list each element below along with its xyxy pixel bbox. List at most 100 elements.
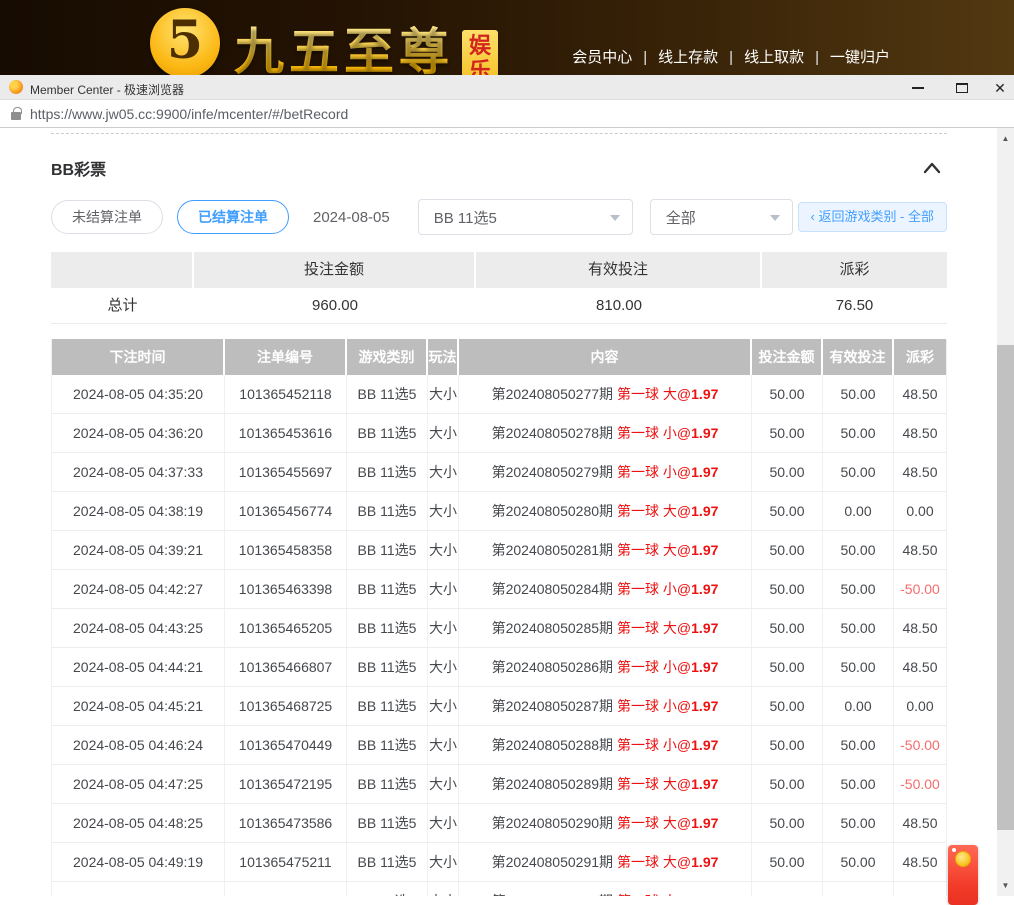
bet-time: 2024-08-05 04:50:19 [52, 882, 225, 896]
period-text: 第202408050288期 [492, 737, 613, 753]
order-id: 101365455697 [225, 453, 347, 491]
filter-bar: 未结算注单 已结算注单 2024-08-05 BB 11选5 全部 ‹ 返回游戏… [51, 199, 947, 235]
bet-amount: 50.00 [752, 726, 823, 764]
table-row: 2024-08-05 04:42:27 101365463398 BB 11选5… [52, 569, 946, 608]
envelope-dot [952, 848, 956, 852]
browser-app-icon [9, 80, 23, 94]
nav-withdraw[interactable]: 线上取款 [744, 49, 804, 66]
bet-content: 第202408050279期第一球 小@1.97 [459, 453, 752, 491]
payout-value: 48.50 [894, 375, 946, 413]
summary-header-row: 投注金额 有效投注 派彩 [51, 252, 947, 288]
play-type: 大小 [428, 804, 459, 842]
col-header-payout: 派彩 [894, 339, 946, 375]
payout-value: 48.50 [894, 453, 946, 491]
pick-text: 第一球 小@ [617, 425, 691, 441]
bet-record-table: 下注时间 注单编号 游戏类别 玩法 内容 投注金额 有效投注 派彩 2024-0… [51, 339, 947, 896]
period-text: 第202408050278期 [492, 425, 613, 441]
pick-text: 第一球 大@ [617, 815, 691, 831]
play-type: 大小 [428, 414, 459, 452]
bet-content: 第202408050278期第一球 小@1.97 [459, 414, 752, 452]
play-type: 大小 [428, 609, 459, 647]
summary-valid-bet: 810.00 [476, 288, 762, 324]
table-row: 2024-08-05 04:44:21 101365466807 BB 11选5… [52, 647, 946, 686]
close-button[interactable]: ✕ [990, 75, 1010, 100]
play-type: 大小 [428, 687, 459, 725]
pick-text: 第一球 大@ [617, 620, 691, 636]
period-text: 第202408050287期 [492, 698, 613, 714]
order-id: 101365470449 [225, 726, 347, 764]
bet-amount: 50.00 [752, 648, 823, 686]
game-category: BB 11选5 [347, 726, 428, 764]
table-header-row: 下注时间 注单编号 游戏类别 玩法 内容 投注金额 有效投注 派彩 [52, 339, 946, 375]
nav-member-center[interactable]: 会员中心 [572, 49, 632, 66]
pick-text: 第一球 小@ [617, 581, 691, 597]
bet-amount: 50.00 [752, 375, 823, 413]
valid-bet: 50.00 [823, 843, 894, 881]
odds-text: 1.97 [691, 581, 718, 597]
page-content: BB彩票 未结算注单 已结算注单 2024-08-05 BB 11选5 全部 ‹… [0, 128, 997, 896]
table-row: 2024-08-05 04:47:25 101365472195 BB 11选5… [52, 764, 946, 803]
bet-content: 第202408050291期第一球 大@1.97 [459, 843, 752, 881]
bet-content: 第202408050287期第一球 小@1.97 [459, 687, 752, 725]
bet-time: 2024-08-05 04:35:20 [52, 375, 225, 413]
status-select[interactable]: 全部 [650, 199, 793, 235]
valid-bet: 0.00 [823, 687, 894, 725]
order-id: 101365465205 [225, 609, 347, 647]
summary-header-valid: 有效投注 [476, 252, 762, 288]
bet-content: 第202408050280期第一球 大@1.97 [459, 492, 752, 530]
pick-text: 第一球 小@ [617, 698, 691, 714]
collapse-chevron-icon[interactable] [923, 162, 941, 174]
game-select[interactable]: BB 11选5 [418, 199, 633, 235]
play-type: 大小 [428, 843, 459, 881]
browser-urlbar[interactable]: https://www.jw05.cc:9900/infe/mcenter/#/… [0, 100, 1014, 128]
chevron-down-icon [770, 215, 780, 221]
bet-content: 第202408050285期第一球 大@1.97 [459, 609, 752, 647]
play-type: 大小 [428, 453, 459, 491]
red-envelope-promo-icon[interactable] [948, 845, 978, 905]
logo-badge: 娱乐城 [462, 30, 498, 75]
game-category: BB 11选5 [347, 882, 428, 896]
chevron-down-icon [610, 215, 620, 221]
scroll-down-icon[interactable]: ▼ [997, 877, 1014, 894]
period-text: 第202408050279期 [492, 464, 613, 480]
lock-icon [11, 112, 21, 120]
nav-deposit[interactable]: 线上存款 [658, 49, 718, 66]
order-id: 101365475211 [225, 843, 347, 881]
table-row: 2024-08-05 04:48:25 101365473586 BB 11选5… [52, 803, 946, 842]
nav-separator: | [815, 49, 819, 66]
logo-5-icon: 5 [150, 8, 220, 75]
valid-bet: 50.00 [823, 453, 894, 491]
payout-value: 48.50 [894, 648, 946, 686]
back-to-category-button[interactable]: ‹ 返回游戏类别 - 全部 [798, 202, 948, 232]
period-text: 第202408050286期 [492, 659, 613, 675]
page-scrollbar[interactable]: ▲ ▼ [997, 128, 1014, 896]
minimize-button[interactable] [908, 75, 928, 100]
order-id: 101365452118 [225, 375, 347, 413]
summary-header-payout: 派彩 [762, 252, 947, 288]
summary-total-label: 总计 [51, 288, 194, 324]
scrollbar-thumb[interactable] [997, 345, 1014, 830]
odds-text: 1.97 [691, 425, 718, 441]
bet-amount: 50.00 [752, 531, 823, 569]
summary-payout: 76.50 [762, 288, 947, 324]
panel-title: BB彩票 [51, 156, 106, 180]
play-type: 大小 [428, 726, 459, 764]
nav-one-key-transfer[interactable]: 一键归户 [830, 49, 890, 66]
summary-table: 投注金额 有效投注 派彩 总计 960.00 810.00 76.50 [51, 252, 947, 324]
payout-value: 48.50 [894, 414, 946, 452]
play-type: 大小 [428, 648, 459, 686]
maximize-button[interactable] [952, 75, 972, 100]
bet-amount: 50.00 [752, 609, 823, 647]
play-type: 大小 [428, 765, 459, 803]
site-banner: 5 九五至尊 娱乐城 会员中心|线上存款|线上取款|一键归户 [0, 0, 1014, 75]
odds-text: 1.97 [691, 698, 718, 714]
url-text[interactable]: https://www.jw05.cc:9900/infe/mcenter/#/… [30, 106, 348, 122]
date-label[interactable]: 2024-08-05 [313, 209, 390, 226]
bet-content: 第202408050284期第一球 小@1.97 [459, 570, 752, 608]
panel-header: BB彩票 [51, 158, 947, 178]
settled-tab-button[interactable]: 已结算注单 [177, 200, 289, 234]
unsettled-tab-button[interactable]: 未结算注单 [51, 200, 163, 234]
payout-value: 48.50 [894, 843, 946, 881]
col-header-play: 玩法 [428, 339, 459, 375]
scroll-up-icon[interactable]: ▲ [997, 130, 1014, 147]
